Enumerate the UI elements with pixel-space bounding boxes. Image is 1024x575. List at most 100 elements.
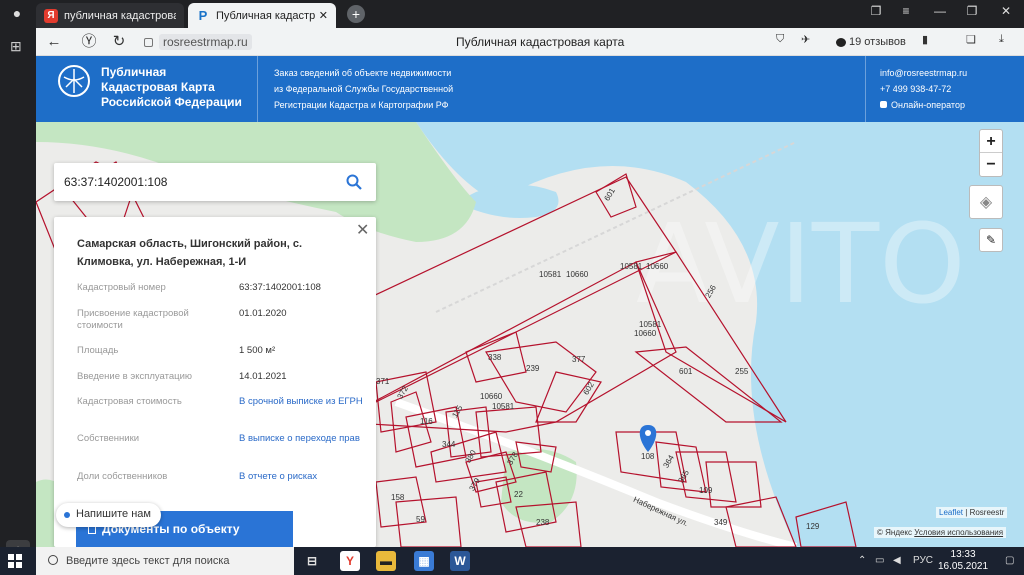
object-info-panel: ✕ Самарская область, Шигонский район, с.… — [54, 217, 376, 547]
tab-strip: ● Я публичная кадастровая к Р Публичная … — [0, 0, 1024, 28]
back-icon[interactable]: ← — [45, 33, 63, 51]
parcel-label: 344 — [442, 440, 456, 449]
risk-report-link[interactable]: В отчете о рисках — [239, 471, 369, 483]
close-window-icon[interactable]: ✕ — [996, 4, 1016, 18]
search-icon — [48, 555, 58, 565]
word-icon[interactable]: W — [450, 551, 470, 571]
cadastral-map[interactable]: AVITO 601 10581 10660 10581 10660 256 10… — [36, 122, 1024, 547]
site-logo-text[interactable]: Публичная Кадастровая Карта Российской Ф… — [101, 65, 242, 110]
protect-icon[interactable]: ⛉ — [776, 33, 784, 51]
profile-icon[interactable]: ● — [8, 5, 26, 23]
reload-icon[interactable]: ↻ — [110, 33, 128, 51]
tab-active[interactable]: Р Публичная кадастровая ✕ — [188, 3, 336, 28]
yandex-favicon-icon: Я — [44, 8, 58, 23]
parcel-label: 10581 — [539, 270, 562, 279]
url-field[interactable]: rosreestrmap.ru — [144, 33, 252, 51]
parcel-label: 108 — [641, 452, 655, 461]
windows-start-icon[interactable] — [8, 554, 22, 568]
email-link[interactable]: info@rosreestrmap.ru — [880, 65, 967, 81]
tab-inactive[interactable]: Я публичная кадастровая к — [36, 3, 184, 28]
parcel-label: 10660 — [646, 262, 669, 271]
parcel-label: 371 — [376, 377, 390, 386]
bookmark-icon[interactable]: ▮ — [922, 33, 928, 51]
online-operator-link[interactable]: Онлайн-оператор — [880, 97, 967, 113]
parcel-label: 377 — [572, 355, 586, 364]
close-tab-icon[interactable]: ✕ — [319, 9, 328, 22]
parcel-label: 238 — [536, 518, 550, 527]
parcel-label: 22 — [514, 490, 523, 499]
volume-icon[interactable]: ◀ — [893, 555, 901, 566]
tab-label: публичная кадастровая к — [64, 9, 176, 22]
reviews-label: 19 отзывов — [849, 36, 906, 48]
site-favicon-icon: Р — [198, 8, 208, 23]
download-icon[interactable]: ⤓ — [999, 33, 1004, 51]
online-dot-icon — [64, 512, 70, 518]
zoom-in-button[interactable]: + — [980, 130, 1002, 153]
chat-icon — [880, 101, 887, 108]
comment-icon — [836, 37, 846, 47]
yandex-icon[interactable]: Ⓨ — [80, 33, 98, 51]
notifications-icon[interactable]: ▢ — [1005, 555, 1014, 566]
parcel-label: 10581 — [620, 262, 643, 271]
bookmarks-icon[interactable]: ❐ — [866, 4, 886, 18]
chat-button[interactable]: Напишите нам — [56, 503, 161, 527]
header-contacts: info@rosreestrmap.ru +7 499 938-47-72 Он… — [880, 65, 967, 113]
parcel-label: 158 — [391, 493, 405, 502]
rights-link[interactable]: В выписке о переходе прав — [239, 433, 369, 445]
header-divider — [257, 56, 258, 122]
yandex-browser-icon[interactable]: Y — [340, 551, 360, 571]
url-domain: rosreestrmap.ru — [159, 34, 252, 50]
taskbar-search-input[interactable]: Введите здесь текст для поиска — [36, 547, 294, 575]
globe-logo-icon[interactable] — [58, 65, 90, 97]
search-icon[interactable] — [346, 174, 362, 190]
ruler-icon[interactable]: ✎ — [979, 228, 1003, 252]
menu-icon[interactable]: ≡ — [896, 4, 916, 18]
reviews-button[interactable]: 19 отзывов — [836, 33, 906, 51]
parcel-label: 10660 — [566, 270, 589, 279]
calculator-icon[interactable]: ▦ — [414, 551, 434, 571]
close-icon[interactable]: ✕ — [356, 220, 369, 240]
browser-sidebar: ⊞ + — [0, 28, 36, 564]
rosreestr-attribution: Rosreestr — [969, 508, 1005, 517]
terms-link[interactable]: Условия использования — [914, 528, 1003, 537]
site-header: Публичная Кадастровая Карта Российской Ф… — [36, 56, 1024, 122]
restore-icon[interactable]: ❐ — [962, 4, 982, 18]
object-address: Самарская область, Шигонский район, с. К… — [77, 238, 303, 268]
task-view-icon[interactable]: ⊟ — [302, 551, 322, 571]
keyboard-language[interactable]: РУС — [913, 555, 933, 566]
zoom-out-button[interactable]: − — [980, 153, 1002, 176]
parcel-label: 601 — [679, 367, 693, 376]
yandex-attribution: © Яндекс Условия использования — [874, 527, 1007, 538]
watermark: AVITO — [636, 200, 966, 328]
extension-icon[interactable]: ✈ — [801, 33, 810, 51]
parcel-label: 255 — [735, 367, 749, 376]
parcel-label: 116 — [420, 417, 433, 426]
new-tab-button[interactable]: + — [347, 5, 365, 23]
egrn-link[interactable]: В срочной выписке из ЕГРН — [239, 396, 369, 408]
collections-icon[interactable]: ❏ — [966, 33, 976, 51]
layers-icon[interactable]: ◈ — [969, 185, 1003, 219]
parcel-label: 129 — [806, 522, 820, 531]
network-icon[interactable]: ▭ — [875, 555, 884, 566]
search-input[interactable]: 63:37:1402001:108 — [64, 175, 167, 189]
tab-label: Публичная кадастровая — [216, 9, 315, 22]
parcel-label: 10581 — [492, 402, 515, 411]
parcel-label: 239 — [526, 364, 540, 373]
parcel-label: 10660 — [634, 329, 657, 338]
parcel-label: 338 — [488, 353, 502, 362]
file-explorer-icon[interactable]: ▬ — [376, 551, 396, 571]
phone-link[interactable]: +7 499 938-47-72 — [880, 81, 967, 97]
zoom-control: + − — [979, 129, 1003, 177]
taskbar-clock[interactable]: 13:33 16.05.2021 — [938, 549, 988, 573]
leaflet-link[interactable]: Leaflet — [939, 508, 963, 517]
apps-grid-icon[interactable]: ⊞ — [10, 38, 22, 55]
header-service-text: Заказ сведений об объекте недвижимости и… — [274, 68, 454, 110]
address-bar: ← Ⓨ ↻ rosreestrmap.ru Публичная кадастро… — [36, 28, 1024, 56]
pin-shape — [639, 425, 657, 452]
lock-icon — [144, 37, 153, 47]
minimize-icon[interactable]: — — [930, 4, 950, 18]
cadastral-search: 63:37:1402001:108 — [54, 163, 376, 201]
parcel-label: 59 — [416, 515, 425, 524]
tray-chevron-icon[interactable]: ⌃ — [858, 555, 866, 566]
windows-taskbar: Введите здесь текст для поиска ⊟ Y ▬ ▦ W… — [0, 547, 1024, 575]
